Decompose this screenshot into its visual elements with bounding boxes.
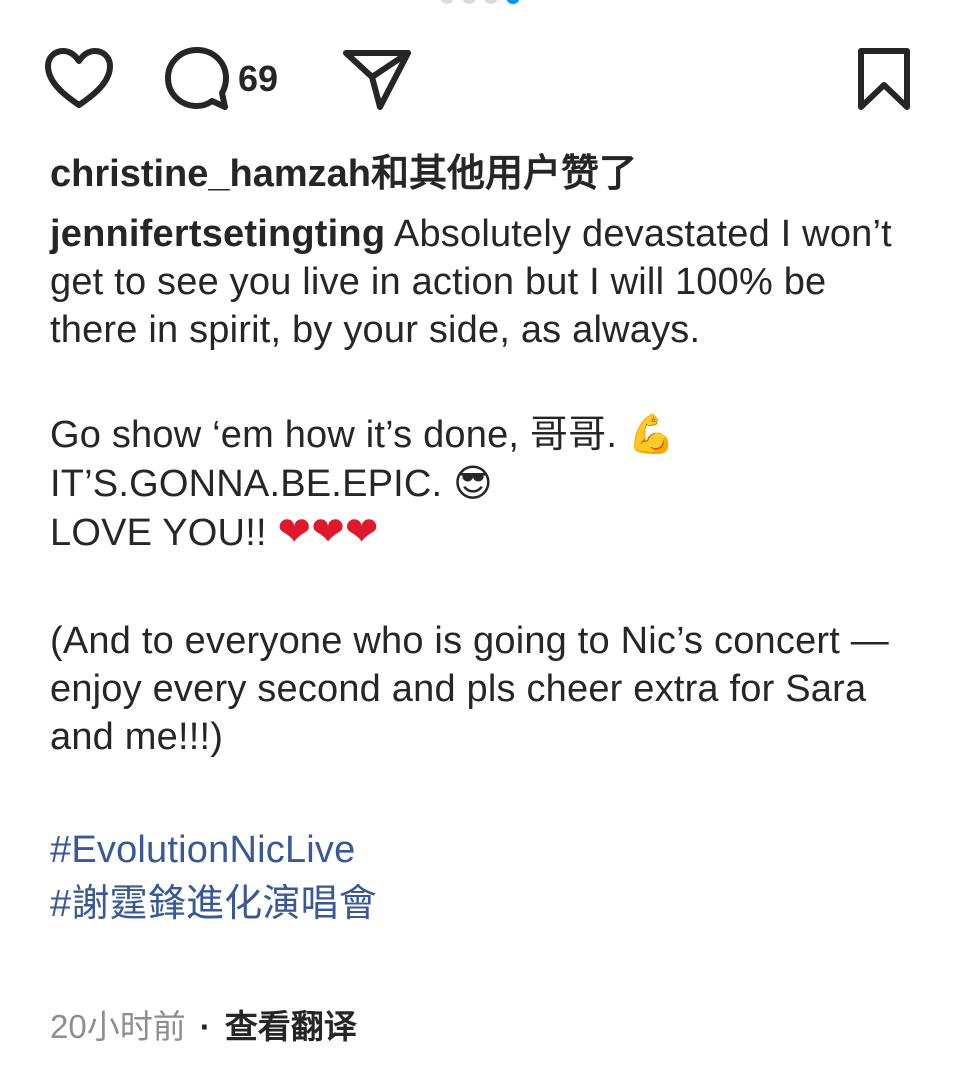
liker-username[interactable]: christine_hamzah <box>50 153 371 195</box>
caption-love-text: LOVE YOU!! <box>50 512 278 554</box>
caption-epic-text: IT’S.GONNA.BE.EPIC. <box>50 463 454 505</box>
bookmark-outline-icon <box>858 48 910 110</box>
carousel-dot-active <box>506 0 520 4</box>
like-button[interactable] <box>44 44 114 114</box>
post-timestamp: 20小时前 <box>50 1008 186 1045</box>
sunglasses-emoji-icon: 😎 <box>453 461 493 505</box>
see-translation-link[interactable]: 查看翻译 <box>225 1008 357 1045</box>
red-hearts-emoji-icon: ❤❤❤ <box>277 509 379 555</box>
save-button[interactable] <box>856 44 912 114</box>
carousel-dot <box>462 0 476 4</box>
caption-go-text: Go show ‘em how it’s done, 哥哥. <box>50 414 628 456</box>
likes-suffix: 和其他用户赞了 <box>371 153 638 195</box>
post-caption: jennifertsetingting Absolutely devastate… <box>50 210 920 931</box>
post-action-bar: 69 <box>44 44 912 114</box>
carousel-dot <box>484 0 498 4</box>
heart-outline-icon <box>45 48 113 108</box>
hashtag-link[interactable]: #謝霆鋒進化演唱會 <box>50 877 920 931</box>
post-meta: 20小时前 · 查看翻译 <box>50 1002 357 1052</box>
meta-separator: · <box>199 1008 211 1045</box>
paper-plane-icon <box>343 50 411 110</box>
comment-bubble-icon <box>165 47 229 110</box>
hashtag-link[interactable]: #EvolutionNicLive <box>50 823 920 877</box>
likes-summary[interactable]: christine_hamzah和其他用户赞了 <box>50 148 637 200</box>
carousel-indicator <box>0 0 960 6</box>
comment-count: 69 <box>238 58 279 99</box>
caption-line-go: Go show ‘em how it’s done, 哥哥. 💪 <box>50 410 920 459</box>
caption-paragraph-3: (And to everyone who is going to Nic’s c… <box>50 620 900 758</box>
carousel-dot <box>440 0 454 4</box>
caption-paragraph-1: jennifertsetingting Absolutely devastate… <box>50 210 920 354</box>
caption-line-love: LOVE YOU!! ❤❤❤ <box>50 508 920 557</box>
share-button[interactable] <box>342 44 412 114</box>
caption-line-epic: IT’S.GONNA.BE.EPIC. 😎 <box>50 459 920 508</box>
flexed-biceps-emoji-icon: 💪 <box>627 412 676 456</box>
comment-button[interactable]: 69 <box>164 44 278 114</box>
author-username[interactable]: jennifertsetingting <box>50 213 385 255</box>
